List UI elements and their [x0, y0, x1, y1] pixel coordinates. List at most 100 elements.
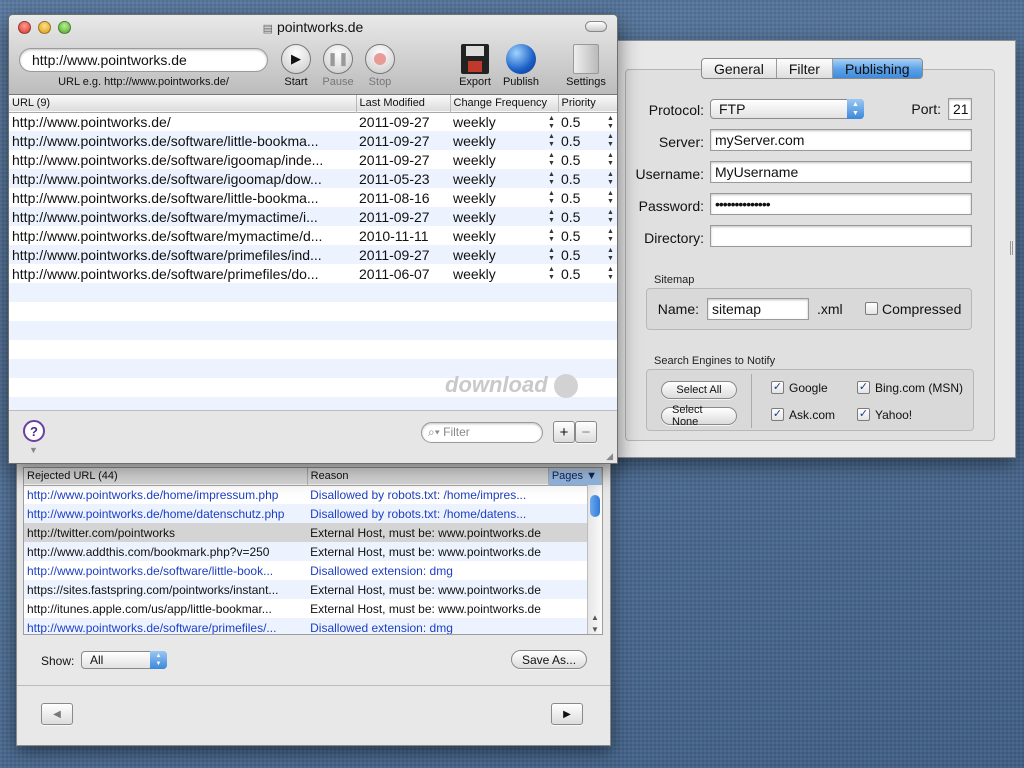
google-checkbox[interactable]: ✓ — [771, 381, 784, 394]
col-reason[interactable]: Reason — [307, 468, 549, 485]
table-row[interactable]: http://www.pointworks.de/home/datenschut… — [24, 504, 602, 523]
ask-checkbox[interactable]: ✓ — [771, 408, 784, 421]
frequency-cell[interactable]: weekly ▲ ▼ — [450, 188, 558, 207]
priority-cell[interactable]: 0.5 ▲ ▼ — [558, 207, 617, 226]
stop-button[interactable]: Stop — [361, 44, 399, 88]
priority-cell[interactable]: 0.5 ▲ ▼ — [558, 169, 617, 188]
add-button[interactable]: + — [553, 421, 575, 443]
frequency-cell[interactable]: weekly ▲ ▼ — [450, 207, 558, 226]
resize-grip-icon[interactable] — [1010, 241, 1013, 255]
stepper-arrows-icon[interactable]: ▲ ▼ — [606, 152, 615, 168]
username-field[interactable]: MyUsername — [710, 161, 972, 183]
stepper-arrows-icon[interactable]: ▲ ▼ — [547, 115, 556, 131]
show-select[interactable]: All ▲ ▼ — [81, 651, 167, 669]
col-pages[interactable]: Pages ▼ — [548, 468, 602, 485]
priority-cell[interactable]: 0.5 ▲ ▼ — [558, 150, 617, 169]
stepper-arrows-icon[interactable]: ▲ ▼ — [606, 247, 615, 263]
protocol-select[interactable]: FTP ▲ ▼ — [710, 99, 864, 119]
col-rejected-url[interactable]: Rejected URL (44) — [24, 468, 308, 485]
password-field[interactable]: •••••••••••••• — [710, 193, 972, 215]
server-field[interactable]: myServer.com — [710, 129, 972, 151]
table-row[interactable]: http://www.pointworks.de/software/igooma… — [9, 169, 617, 188]
table-row[interactable]: http://www.pointworks.de/software/mymact… — [9, 207, 617, 226]
toolbar-toggle-icon[interactable] — [585, 21, 607, 32]
col-priority[interactable]: Priority — [558, 95, 617, 112]
scroll-down-icon[interactable]: ▼ — [591, 625, 599, 634]
filter-search-input[interactable]: ⌕▾ Filter — [421, 422, 543, 443]
select-all-button[interactable]: Select All — [661, 381, 737, 399]
stepper-arrows-icon[interactable]: ▲ ▼ — [606, 171, 615, 187]
frequency-cell[interactable]: weekly ▲ ▼ — [450, 245, 558, 264]
forward-button[interactable]: ▶ — [551, 703, 583, 725]
scroll-up-icon[interactable]: ▲ — [591, 613, 599, 622]
frequency-cell[interactable]: weekly ▲ ▼ — [450, 131, 558, 150]
stepper-arrows-icon[interactable]: ▲ ▼ — [547, 190, 556, 206]
stepper-arrows-icon[interactable]: ▲ ▼ — [606, 190, 615, 206]
stepper-arrows-icon[interactable]: ▲ ▼ — [547, 133, 556, 149]
table-row[interactable]: http://www.pointworks.de/software/igooma… — [9, 150, 617, 169]
url-input[interactable]: http://www.pointworks.de — [19, 48, 268, 72]
frequency-cell[interactable]: weekly ▲ ▼ — [450, 264, 558, 283]
frequency-cell[interactable]: weekly ▲ ▼ — [450, 169, 558, 188]
priority-cell[interactable]: 0.5 ▲ ▼ — [558, 245, 617, 264]
sitemap-name-field[interactable]: sitemap — [707, 298, 809, 320]
table-row[interactable]: http://www.pointworks.de/software/mymact… — [9, 226, 617, 245]
help-button[interactable]: ? — [23, 420, 45, 442]
directory-field[interactable] — [710, 225, 972, 247]
stepper-arrows-icon[interactable]: ▲ ▼ — [547, 266, 556, 282]
stepper-arrows-icon[interactable]: ▲ ▼ — [606, 209, 615, 225]
stepper-arrows-icon[interactable]: ▲ ▼ — [606, 266, 615, 282]
scroll-thumb[interactable] — [590, 495, 600, 517]
remove-button[interactable]: − — [575, 421, 597, 443]
table-row[interactable]: http://www.addthis.com/bookmark.php?v=25… — [24, 542, 602, 561]
priority-cell[interactable]: 0.5 ▲ ▼ — [558, 112, 617, 131]
stepper-arrows-icon[interactable]: ▲ ▼ — [547, 209, 556, 225]
frequency-cell[interactable]: weekly ▲ ▼ — [450, 112, 558, 131]
table-row[interactable]: http://www.pointworks.de/software/primef… — [9, 245, 617, 264]
export-button[interactable]: Export — [453, 44, 497, 88]
frequency-cell[interactable]: weekly ▲ ▼ — [450, 226, 558, 245]
table-row[interactable]: https://sites.fastspring.com/pointworks/… — [24, 580, 602, 599]
start-button[interactable]: ▶ Start — [277, 44, 315, 88]
compressed-checkbox[interactable] — [865, 302, 878, 315]
rejected-scrollbar[interactable]: ▲ ▼ — [587, 485, 602, 634]
stepper-arrows-icon[interactable]: ▲ ▼ — [606, 115, 615, 131]
col-change-frequency[interactable]: Change Frequency — [450, 95, 559, 112]
disclosure-triangle-icon[interactable]: ▼ — [29, 445, 38, 455]
pause-button[interactable]: ❚❚ Pause — [319, 44, 357, 88]
priority-cell[interactable]: 0.5 ▲ ▼ — [558, 264, 617, 283]
yahoo-checkbox[interactable]: ✓ — [857, 408, 870, 421]
stepper-arrows-icon[interactable]: ▲ ▼ — [547, 171, 556, 187]
frequency-cell[interactable]: weekly ▲ ▼ — [450, 150, 558, 169]
table-row[interactable]: http://www.pointworks.de/2011-09-27 weekl… — [9, 112, 617, 131]
col-last-modified[interactable]: Last Modified — [356, 95, 451, 112]
port-field[interactable]: 21 — [948, 98, 972, 120]
table-row[interactable]: http://itunes.apple.com/us/app/little-bo… — [24, 599, 602, 618]
tab-publishing[interactable]: Publishing — [832, 59, 922, 78]
stepper-arrows-icon[interactable]: ▲ ▼ — [606, 133, 615, 149]
table-row[interactable]: http://www.pointworks.de/home/impressum.… — [24, 485, 602, 504]
bing-checkbox[interactable]: ✓ — [857, 381, 870, 394]
resize-corner-icon[interactable]: ◢ — [606, 451, 613, 462]
select-none-button[interactable]: Select None — [661, 404, 737, 428]
back-button[interactable]: ◀ — [41, 703, 73, 725]
priority-cell[interactable]: 0.5 ▲ ▼ — [558, 188, 617, 207]
publish-button[interactable]: Publish — [499, 44, 543, 88]
stepper-arrows-icon[interactable]: ▲ ▼ — [547, 152, 556, 168]
stepper-arrows-icon[interactable]: ▲ ▼ — [547, 228, 556, 244]
table-row[interactable]: http://www.pointworks.de/software/little… — [24, 561, 602, 580]
save-as-button[interactable]: Save As... — [511, 650, 588, 669]
table-row[interactable]: http://www.pointworks.de/software/little… — [9, 131, 617, 150]
settings-button[interactable]: Settings — [561, 44, 611, 88]
col-url[interactable]: URL (9) — [9, 95, 357, 112]
table-row[interactable]: http://www.pointworks.de/software/primef… — [9, 264, 617, 283]
priority-cell[interactable]: 0.5 ▲ ▼ — [558, 226, 617, 245]
priority-cell[interactable]: 0.5 ▲ ▼ — [558, 131, 617, 150]
table-row[interactable]: http://www.pointworks.de/software/little… — [9, 188, 617, 207]
tab-general[interactable]: General — [702, 59, 777, 78]
table-row[interactable]: http://twitter.com/pointworks External Ho… — [24, 523, 602, 542]
tab-filter[interactable]: Filter — [777, 59, 833, 78]
stepper-arrows-icon[interactable]: ▲ ▼ — [547, 247, 556, 263]
stepper-arrows-icon[interactable]: ▲ ▼ — [606, 228, 615, 244]
table-row[interactable]: http://www.pointworks.de/software/primef… — [24, 618, 602, 634]
